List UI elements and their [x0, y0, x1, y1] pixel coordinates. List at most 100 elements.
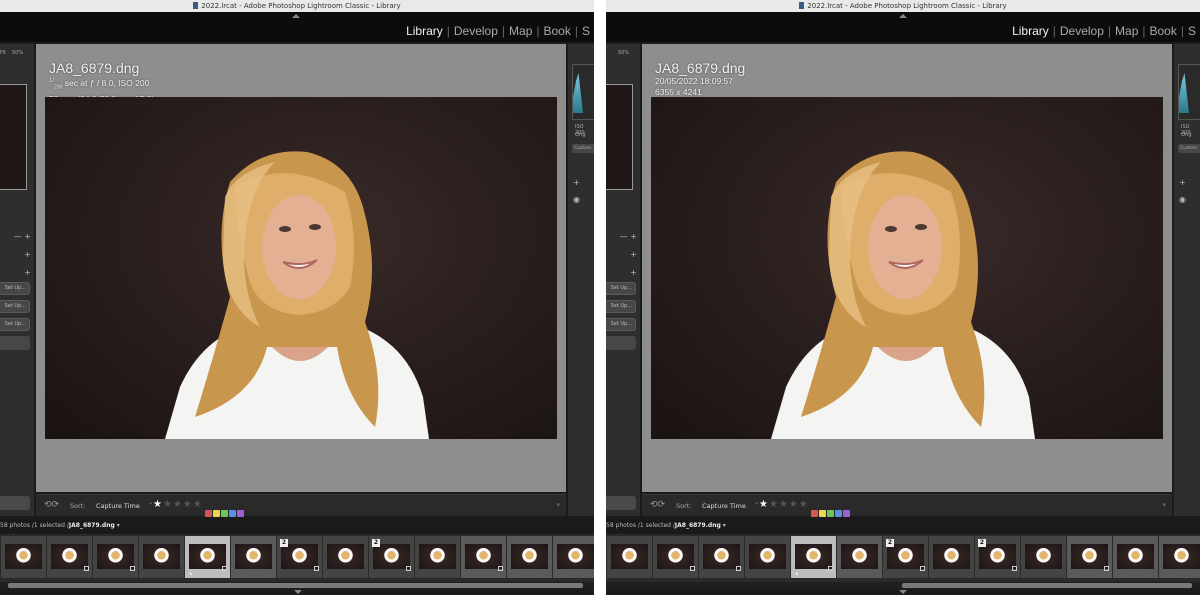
- filmstrip-thumbnail[interactable]: [415, 536, 460, 578]
- publish-setup-button[interactable]: Set Up...: [606, 318, 636, 331]
- color-label-swatch[interactable]: [811, 510, 818, 517]
- filmstrip-thumbnail[interactable]: [231, 536, 276, 578]
- module-map[interactable]: Map: [505, 24, 536, 38]
- edited-badge-icon[interactable]: [690, 566, 695, 571]
- original-photo-toggle[interactable]: Orig: [1181, 132, 1192, 138]
- zoom-fit-option[interactable]: Fit: [0, 50, 6, 56]
- navigator-preview[interactable]: [0, 84, 27, 190]
- filmstrip-thumbnail[interactable]: 2: [975, 536, 1020, 578]
- color-label-swatch[interactable]: [827, 510, 834, 517]
- color-label-swatch[interactable]: [221, 510, 228, 517]
- filmstrip-thumbnail[interactable]: ★: [791, 536, 836, 578]
- painter-icon[interactable]: ⟲⟳: [650, 500, 665, 510]
- module-library[interactable]: Library: [1008, 24, 1053, 38]
- publish-setup-button[interactable]: Set Up...: [606, 300, 636, 313]
- saved-preset-dropdown[interactable]: Custom: [1178, 144, 1200, 153]
- star-rating[interactable]: ★★★★★: [153, 499, 203, 510]
- edited-badge-icon[interactable]: [406, 566, 411, 571]
- stack-count-badge[interactable]: 2: [978, 539, 986, 547]
- edited-badge-icon[interactable]: [222, 566, 227, 571]
- filmstrip-thumbnail[interactable]: [1067, 536, 1112, 578]
- zoom-level-option[interactable]: 50%: [12, 50, 23, 56]
- edited-badge-icon[interactable]: [1104, 566, 1109, 571]
- filename-caret-icon[interactable]: ▾: [721, 522, 726, 529]
- star-rating[interactable]: ★★★★★: [759, 499, 809, 510]
- edited-badge-icon[interactable]: [828, 566, 833, 571]
- color-label-swatch[interactable]: [819, 510, 826, 517]
- filmstrip-thumbnail[interactable]: ★: [185, 536, 230, 578]
- module-library[interactable]: Library: [402, 24, 447, 38]
- rating-star[interactable]: ★: [163, 499, 173, 510]
- photo-preview[interactable]: [651, 97, 1163, 439]
- color-label-swatch[interactable]: [237, 510, 244, 517]
- filmstrip-thumbnail[interactable]: [699, 536, 744, 578]
- filmstrip-thumbnail[interactable]: [929, 536, 974, 578]
- toolbar-menu-arrow-icon[interactable]: ▾: [556, 501, 560, 509]
- filmstrip-thumbnail[interactable]: 2: [277, 536, 322, 578]
- filmstrip-thumbnail[interactable]: [93, 536, 138, 578]
- eye-icon[interactable]: ◉: [573, 195, 580, 204]
- edited-badge-icon[interactable]: [130, 566, 135, 571]
- rating-star[interactable]: ★: [799, 499, 809, 510]
- sort-dropdown[interactable]: Capture Time: [702, 502, 746, 510]
- import-button[interactable]: [606, 496, 636, 510]
- module-book[interactable]: Book: [540, 24, 575, 38]
- collapse-filmstrip-arrow-icon[interactable]: [899, 590, 907, 594]
- color-label-swatch[interactable]: [213, 510, 220, 517]
- publish-setup-button[interactable]: Set Up...: [0, 282, 30, 295]
- publish-setup-button[interactable]: Set Up...: [0, 300, 30, 313]
- zoom-level-option[interactable]: 50%: [618, 50, 629, 56]
- add-icon[interactable]: +: [573, 178, 580, 187]
- filmstrip-thumbnail[interactable]: [1159, 536, 1200, 578]
- module-develop[interactable]: Develop: [1056, 24, 1108, 38]
- filmstrip-thumbnail[interactable]: [1, 536, 46, 578]
- rating-star[interactable]: ★: [789, 499, 799, 510]
- publish-setup-button[interactable]: Set Up...: [0, 318, 30, 331]
- add-icon[interactable]: +: [630, 268, 637, 277]
- filmstrip-thumbnail[interactable]: [653, 536, 698, 578]
- edited-badge-icon[interactable]: [736, 566, 741, 571]
- scrollbar-thumb[interactable]: [8, 583, 583, 588]
- filmstrip-filename[interactable]: JA8_6879.dng: [69, 522, 115, 529]
- filmstrip-thumbnail[interactable]: [47, 536, 92, 578]
- publish-services-bar[interactable]: [0, 336, 30, 350]
- filmstrip-scrollbar[interactable]: [0, 582, 594, 589]
- rating-star[interactable]: ★: [153, 499, 163, 510]
- filmstrip-thumbnail[interactable]: [507, 536, 552, 578]
- filmstrip-thumbnail[interactable]: [837, 536, 882, 578]
- filmstrip-thumbnail[interactable]: [1021, 536, 1066, 578]
- filmstrip-thumbnail[interactable]: [323, 536, 368, 578]
- filmstrip-thumbnail[interactable]: [745, 536, 790, 578]
- stack-count-badge[interactable]: 2: [372, 539, 380, 547]
- module-map[interactable]: Map: [1111, 24, 1142, 38]
- filmstrip-thumbnail[interactable]: [139, 536, 184, 578]
- filmstrip-thumbnail[interactable]: [553, 536, 594, 578]
- painter-icon[interactable]: ⟲⟳: [44, 500, 59, 510]
- toolbar-menu-arrow-icon[interactable]: ▾: [1162, 501, 1166, 509]
- filmstrip-thumbnail[interactable]: 2: [883, 536, 928, 578]
- sort-dropdown[interactable]: Capture Time: [96, 502, 140, 510]
- edited-badge-icon[interactable]: [314, 566, 319, 571]
- add-icon[interactable]: +: [630, 250, 637, 259]
- import-button[interactable]: [0, 496, 30, 510]
- publish-services-bar[interactable]: [606, 336, 636, 350]
- photo-preview[interactable]: [45, 97, 557, 439]
- edited-badge-icon[interactable]: [920, 566, 925, 571]
- filmstrip-filename[interactable]: JA8_6879.dng: [675, 522, 721, 529]
- collections-add-icon[interactable]: — +: [14, 232, 31, 241]
- module-slideshow[interactable]: S: [578, 24, 594, 38]
- edited-badge-icon[interactable]: [1012, 566, 1017, 571]
- rating-star[interactable]: ★: [193, 499, 203, 510]
- filmstrip-thumbnail[interactable]: [607, 536, 652, 578]
- add-icon[interactable]: +: [24, 250, 31, 259]
- edited-badge-icon[interactable]: [498, 566, 503, 571]
- color-label-swatch[interactable]: [835, 510, 842, 517]
- add-icon[interactable]: +: [24, 268, 31, 277]
- filmstrip-scrollbar[interactable]: [606, 582, 1200, 589]
- collections-add-icon[interactable]: — +: [620, 232, 637, 241]
- module-book[interactable]: Book: [1146, 24, 1181, 38]
- scrollbar-thumb[interactable]: [902, 583, 1192, 588]
- rating-star[interactable]: ★: [759, 499, 769, 510]
- color-label-swatch[interactable]: [229, 510, 236, 517]
- rating-star[interactable]: ★: [183, 499, 193, 510]
